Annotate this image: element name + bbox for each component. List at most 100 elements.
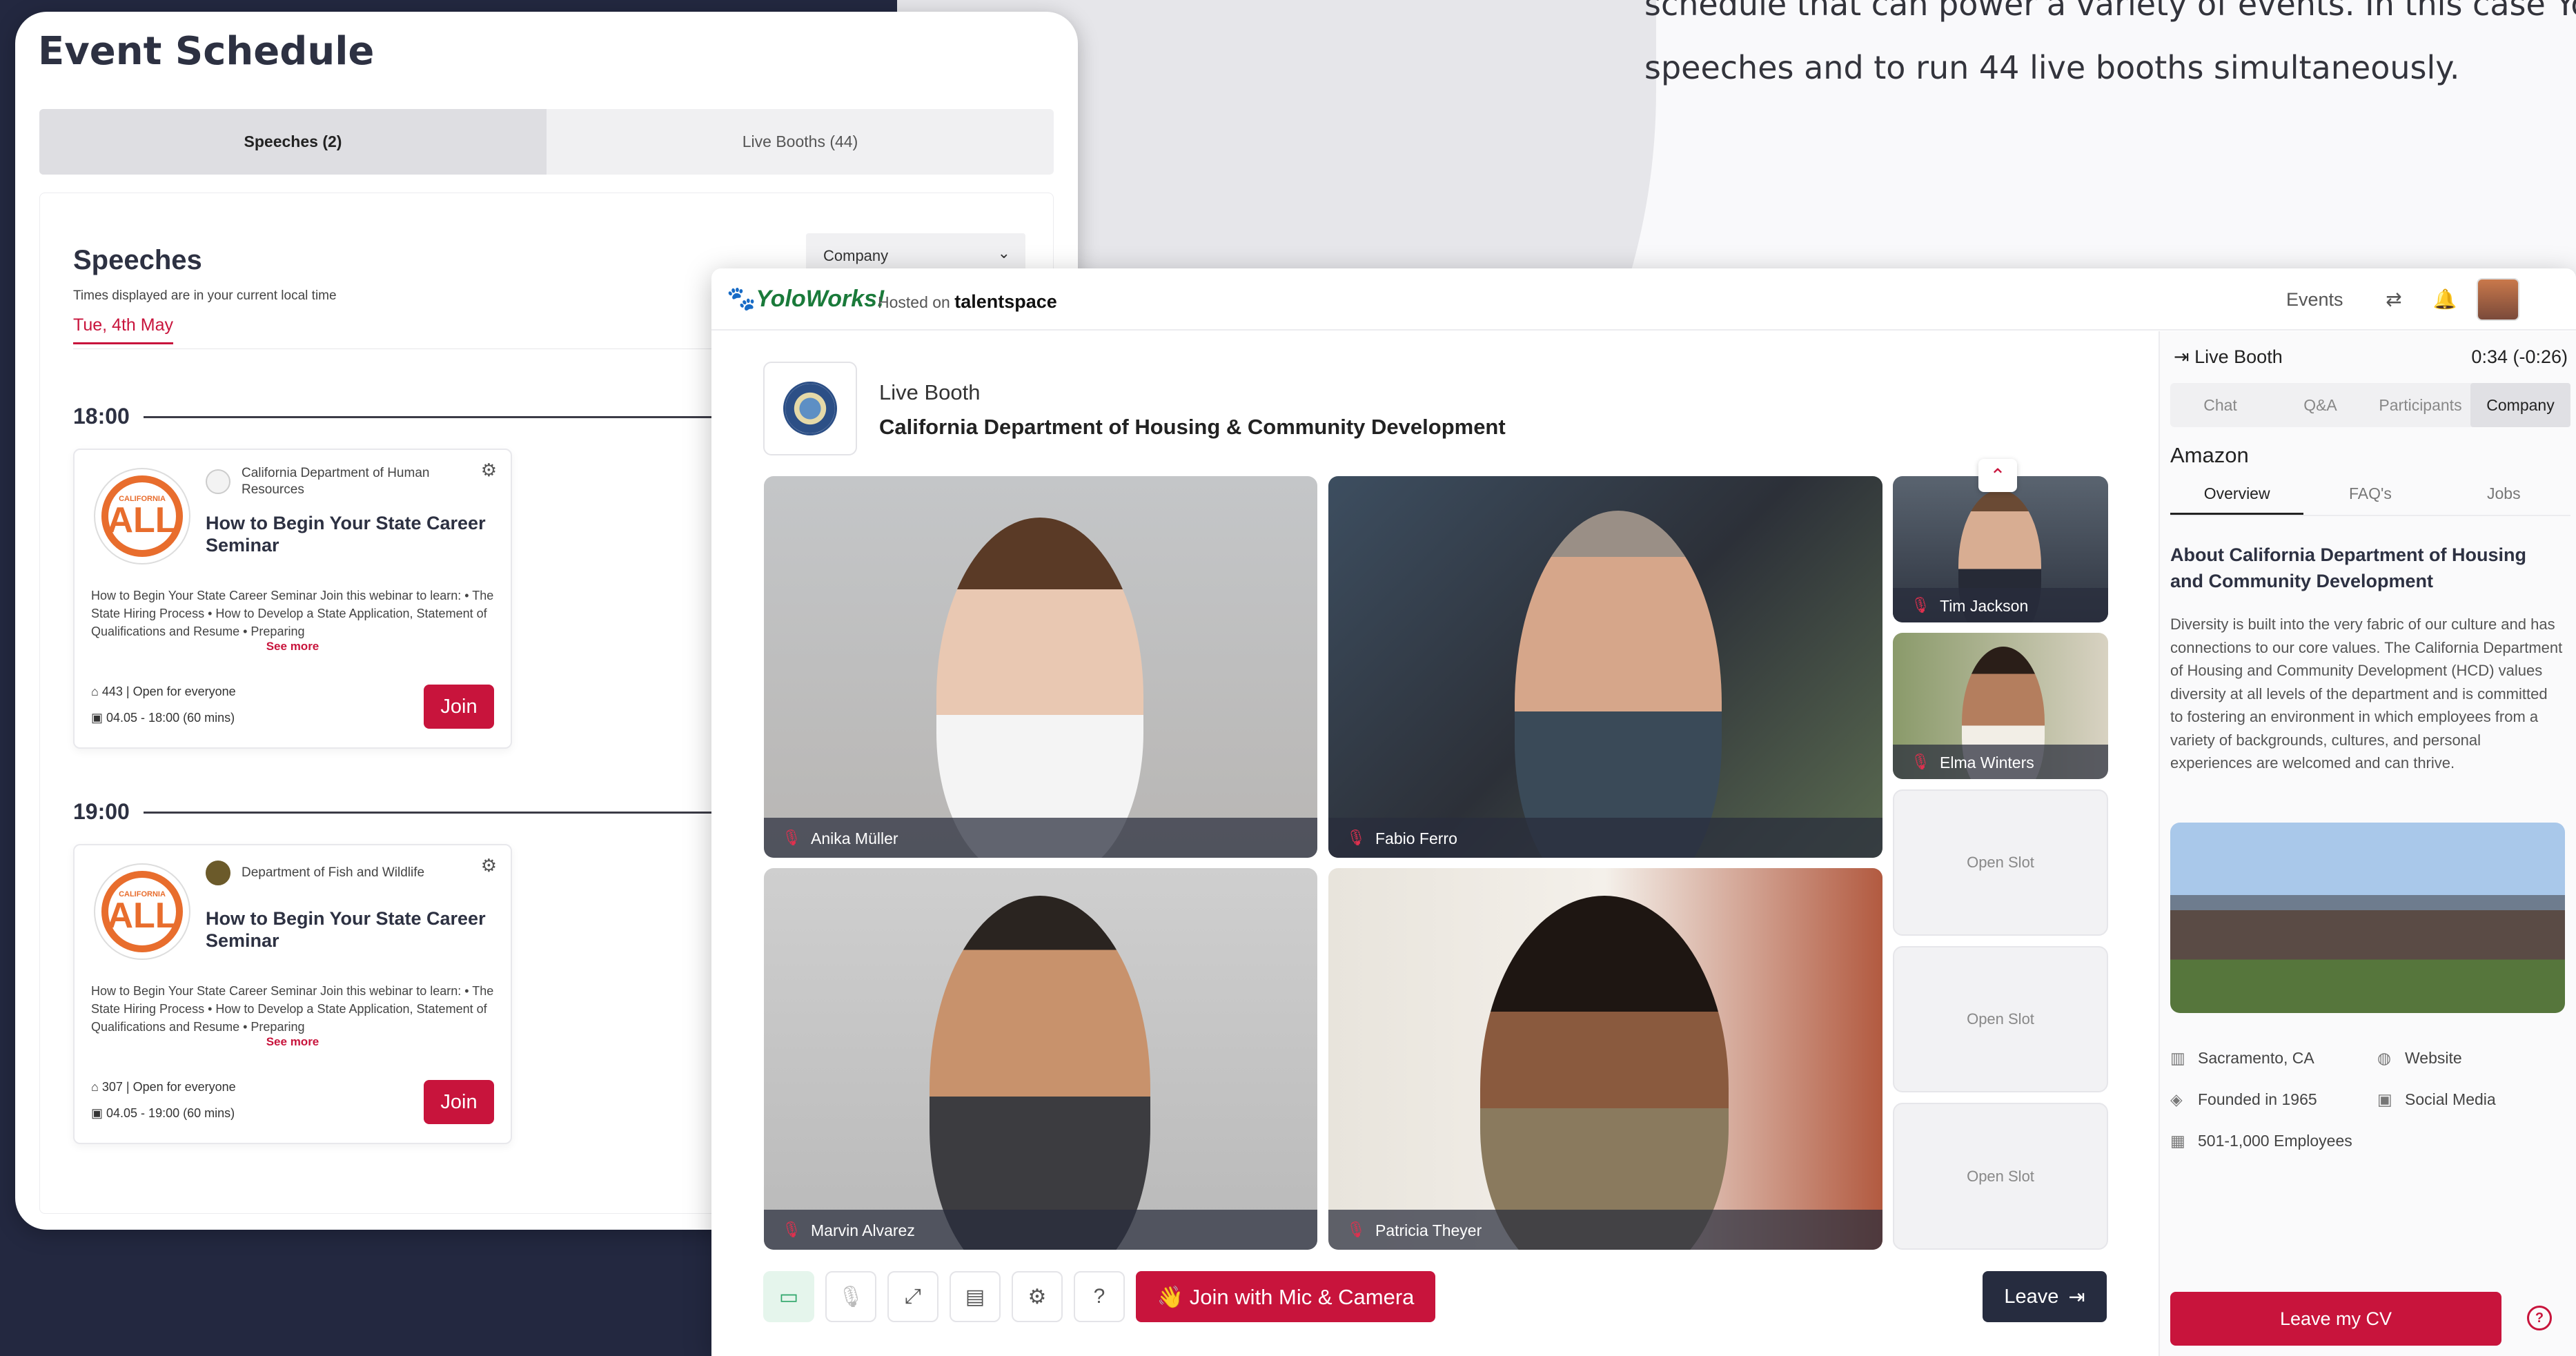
event-card[interactable]: CALIFORNIA ALL California Department of H… (73, 449, 512, 749)
social-icon: ▣ (2377, 1090, 2392, 1108)
time-label: 18:00 (73, 404, 130, 429)
booth-logo (763, 362, 857, 455)
mic-muted-icon: 🎙 (782, 1221, 801, 1238)
employees-info: ▦ 501-1,000 Employees (2170, 1132, 2352, 1150)
org-logo-icon (206, 469, 230, 494)
collapse-panel-icon[interactable]: ⇥ (2174, 346, 2194, 367)
participant-video (930, 896, 1150, 1250)
leave-button[interactable]: Leave ⇥ (1983, 1271, 2107, 1322)
join-button[interactable]: Join (424, 1080, 494, 1124)
subtab-faqs[interactable]: FAQ's (2303, 484, 2437, 515)
speeches-heading: Speeches (73, 245, 202, 275)
social-media-link[interactable]: ▣ Social Media (2377, 1090, 2496, 1109)
event-title: How to Begin Your State Career Seminar (206, 513, 486, 556)
company-image (2170, 823, 2565, 1013)
time-info: ▣ 04.05 - 19:00 (60 mins) (91, 1106, 235, 1121)
event-logo: CALIFORNIA ALL (94, 863, 190, 960)
screen-share-icon[interactable]: ▤ (950, 1271, 1001, 1322)
people-icon: ⌂ (91, 1080, 102, 1094)
intro-line: schedule that can power a variety of eve… (1644, 0, 2576, 23)
company-filter-label: Company (823, 247, 889, 264)
globe-icon: ◍ (2377, 1049, 2392, 1067)
event-card[interactable]: CALIFORNIA ALL Department of Fish and Wil… (73, 844, 512, 1144)
open-slot[interactable]: Open Slot (1893, 1103, 2108, 1250)
tab-qa[interactable]: Q&A (2270, 383, 2370, 427)
event-title: How to Begin Your State Career Seminar (206, 908, 486, 951)
panel-header: ⇥ Live Booth (2174, 346, 2283, 368)
video-tile[interactable]: Elma Winters 🎙 (1893, 633, 2108, 779)
building-icon: ▥ (2170, 1049, 2185, 1067)
host-brand: talentspace (954, 291, 1057, 312)
participant-video (1515, 511, 1722, 858)
chevron-up-icon[interactable]: ⌃ (1978, 459, 2017, 492)
translate-icon[interactable]: ⇄ (2375, 279, 2413, 318)
schedule-title: Event Schedule (38, 29, 375, 74)
session-timer: 0:34 (-0:26) (2471, 346, 2568, 367)
bell-icon[interactable]: 🔔 (2426, 279, 2464, 318)
see-more-link[interactable]: See more (75, 1035, 511, 1049)
time-text: 04.05 - 19:00 (60 mins) (106, 1106, 235, 1120)
tab-participants[interactable]: Participants (2370, 383, 2470, 427)
attendance-text: 307 | Open for everyone (101, 1080, 236, 1094)
mic-off-icon[interactable]: 🎙 (825, 1271, 876, 1322)
location-text: Sacramento, CA (2198, 1049, 2314, 1067)
join-button[interactable]: Join (424, 685, 494, 729)
booth-kicker: Live Booth (879, 380, 981, 404)
chevron-down-icon: ⌄ (997, 244, 1010, 262)
gear-icon[interactable]: ⚙ (1012, 1271, 1063, 1322)
avatar[interactable] (2477, 278, 2519, 321)
help-icon[interactable]: ? (2527, 1306, 2552, 1330)
calendar-icon: ▣ (91, 711, 107, 725)
participant-name: Marvin Alvarez (764, 1210, 1317, 1250)
leave-cv-button[interactable]: Leave my CV (2170, 1292, 2501, 1346)
see-more-link[interactable]: See more (75, 640, 511, 654)
website-link[interactable]: ◍ Website (2377, 1049, 2462, 1068)
tab-live-booths[interactable]: Live Booths (44) (547, 109, 1054, 175)
fullscreen-icon[interactable]: ⤢ (887, 1271, 938, 1322)
open-slot[interactable]: Open Slot (1893, 789, 2108, 936)
subtab-jobs[interactable]: Jobs (2437, 484, 2570, 515)
join-mic-camera-button[interactable]: 👋 Join with Mic & Camera (1136, 1271, 1435, 1322)
gear-icon[interactable]: ⚙ (481, 855, 497, 876)
video-tile[interactable]: Tim Jackson 🎙 (1893, 476, 2108, 622)
people-icon: ▦ (2170, 1132, 2185, 1150)
time-info: ▣ 04.05 - 18:00 (60 mins) (91, 711, 235, 725)
mic-muted-icon: 🎙 (1346, 829, 1366, 846)
exit-icon: ⇥ (2068, 1286, 2085, 1308)
location-info: ▥ Sacramento, CA (2170, 1049, 2314, 1068)
attendance-text: 443 | Open for everyone (101, 685, 236, 698)
video-tile[interactable]: Marvin Alvarez 🎙 (764, 868, 1317, 1250)
time-rule (144, 416, 765, 418)
participant-video (936, 518, 1143, 858)
brand-logo[interactable]: 🐾YoloWorks! (727, 285, 885, 313)
mic-muted-icon: 🎙 (782, 829, 801, 846)
event-description: How to Begin Your State Career Seminar J… (91, 984, 494, 1034)
participant-video (1480, 896, 1729, 1250)
date-tab[interactable]: Tue, 4th May (73, 315, 173, 344)
top-bar: 🐾YoloWorks! Hosted on talentspace Events… (711, 268, 2576, 331)
time-text: 04.05 - 18:00 (60 mins) (106, 711, 235, 725)
video-tile[interactable]: Fabio Ferro 🎙 (1328, 476, 1882, 858)
open-slot[interactable]: Open Slot (1893, 946, 2108, 1092)
social-text: Social Media (2405, 1090, 2496, 1108)
video-tile[interactable]: Anika Müller 🎙 (764, 476, 1317, 858)
founded-text: Founded in 1965 (2198, 1090, 2317, 1108)
tab-chat[interactable]: Chat (2170, 383, 2270, 427)
camera-icon[interactable]: ▭ (763, 1271, 814, 1322)
participant-name: Anika Müller (764, 818, 1317, 858)
subtab-overview[interactable]: Overview (2170, 484, 2304, 515)
people-icon: ⌂ (91, 685, 102, 698)
employees-text: 501-1,000 Employees (2198, 1132, 2352, 1150)
tab-speeches[interactable]: Speeches (2) (39, 109, 547, 175)
time-label: 19:00 (73, 799, 130, 824)
panel-tabs: Chat Q&A Participants Company (2170, 383, 2570, 427)
nav-events-link[interactable]: Events (2286, 289, 2343, 311)
panel-title: Live Booth (2194, 346, 2283, 367)
about-title: About California Department of Housing a… (2170, 544, 2526, 591)
gear-icon[interactable]: ⚙ (481, 460, 497, 481)
org-name: California Department of Human Resources (242, 466, 430, 497)
schedule-tabs: Speeches (2) Live Booths (44) (39, 109, 1054, 175)
video-tile[interactable]: Patricia Theyer 🎙 (1328, 868, 1882, 1250)
help-icon[interactable]: ? (1074, 1271, 1125, 1322)
tab-company[interactable]: Company (2470, 383, 2570, 427)
